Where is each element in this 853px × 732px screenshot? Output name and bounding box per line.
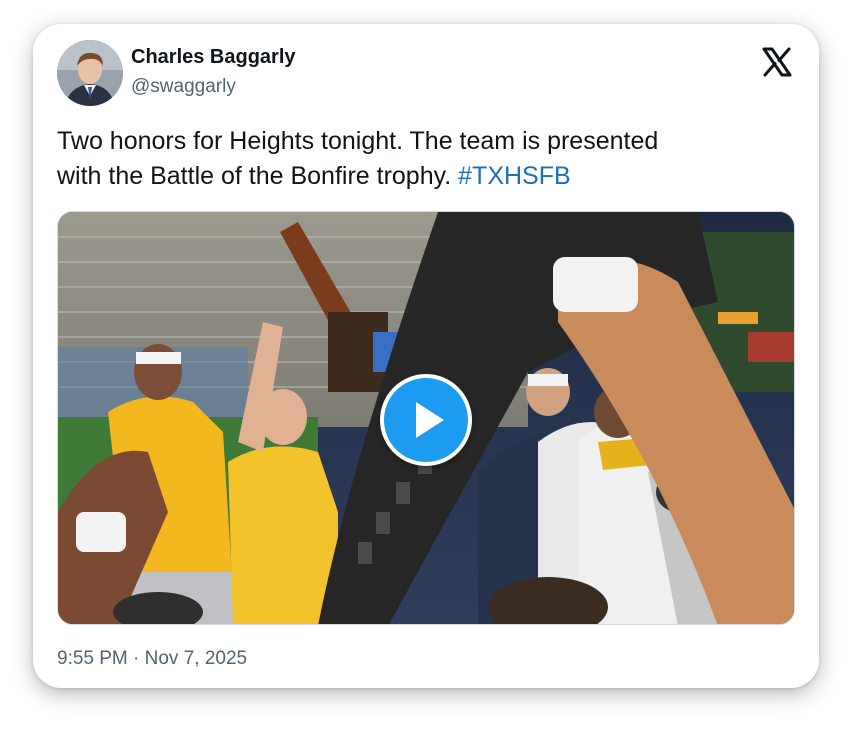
avatar-image: [57, 40, 123, 106]
play-icon: [416, 402, 444, 438]
hashtag-link[interactable]: #TXHSFB: [458, 162, 571, 190]
display-name[interactable]: Charles Baggarly: [131, 44, 296, 70]
video-thumbnail[interactable]: [57, 211, 795, 625]
tweet-card[interactable]: Charles Baggarly @swaggarly Two honors f…: [33, 24, 819, 688]
handle[interactable]: @swaggarly: [131, 74, 296, 100]
avatar[interactable]: [57, 40, 123, 106]
play-button[interactable]: [380, 374, 472, 466]
timestamp-link[interactable]: 9:55 PM · Nov 7, 2025: [57, 646, 247, 672]
author-block[interactable]: Charles Baggarly @swaggarly: [131, 44, 296, 100]
tweet-text: Two honors for Heights tonight. The team…: [57, 124, 797, 194]
x-logo-icon[interactable]: [761, 46, 793, 78]
tweet-text-line1: Two honors for Heights tonight. The team…: [57, 127, 659, 155]
tweet-text-line2: with the Battle of the Bonfire trophy.: [57, 162, 459, 190]
